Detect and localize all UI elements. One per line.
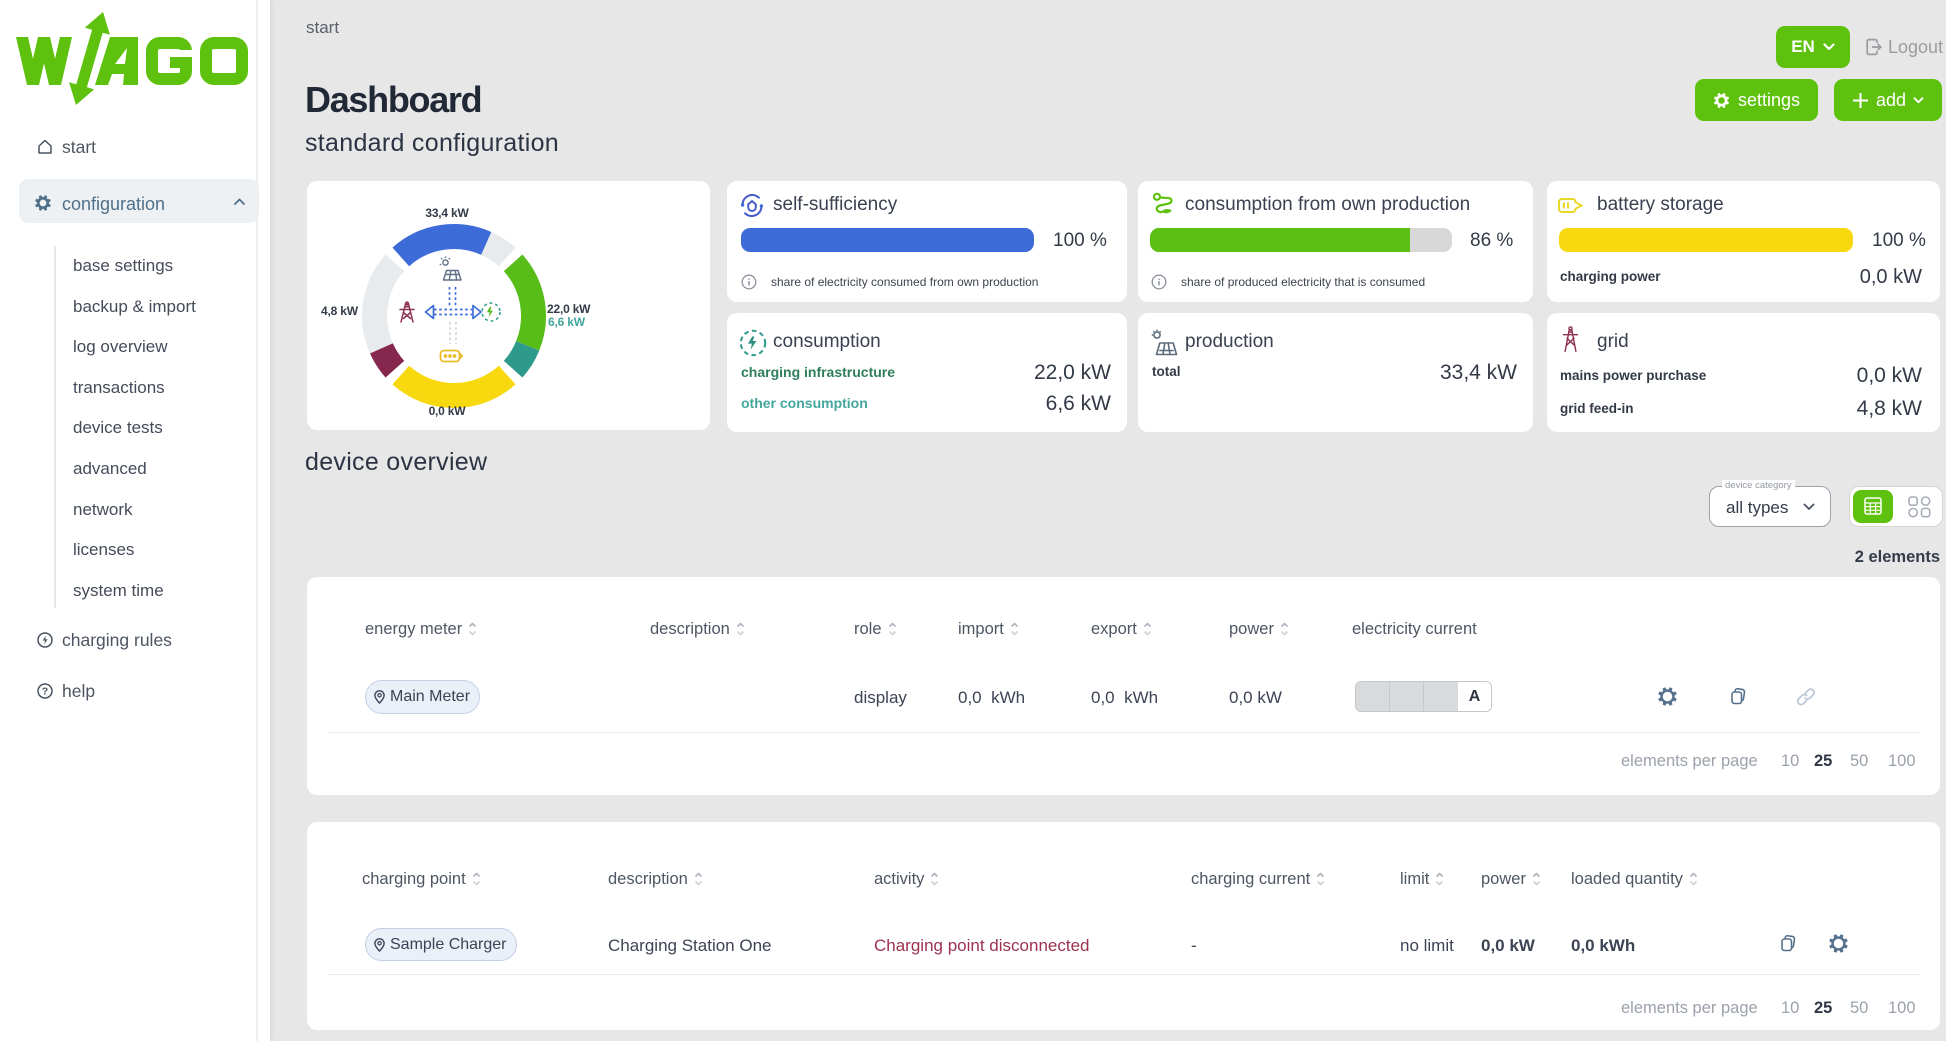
svg-text:?: ? bbox=[42, 686, 48, 698]
